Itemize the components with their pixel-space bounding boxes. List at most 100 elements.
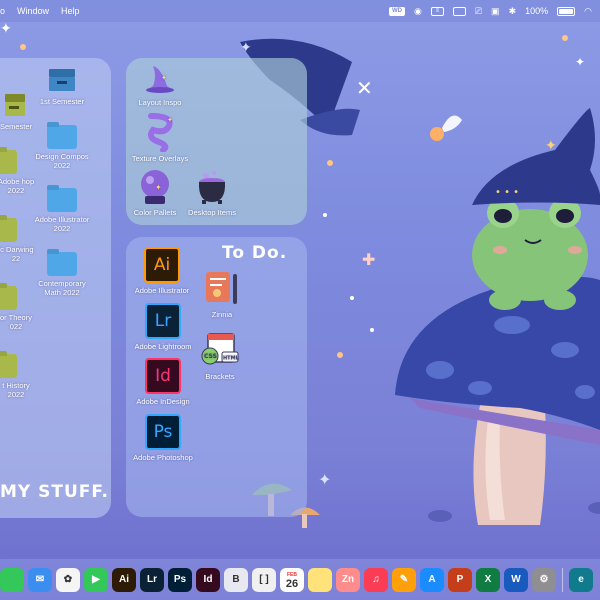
notes-icon[interactable] — [308, 567, 332, 592]
svg-text:✦: ✦ — [0, 21, 12, 37]
desktop-item-label: Layout Inspo — [138, 98, 182, 107]
desktop-item-label: Design Compos 2022 — [35, 152, 89, 170]
menu-window[interactable]: Window — [17, 6, 49, 16]
svg-text:✚: ✚ — [362, 250, 375, 269]
desktop-item-label: Adobe Photoshop — [133, 453, 193, 462]
svg-text:✦: ✦ — [318, 470, 331, 489]
desktop-item-label: Adobe Illustrator 2022 — [34, 215, 90, 233]
crystal-ball-icon: ✦ — [141, 170, 169, 204]
screen-mirror-icon[interactable] — [452, 6, 466, 16]
facetime-icon[interactable]: ▶ — [84, 567, 108, 592]
bluetooth-icon[interactable]: ✱ — [509, 6, 517, 17]
desktop-item-label: Color Pallets — [133, 208, 177, 217]
system-prefs-icon[interactable]: ⚙ — [532, 567, 556, 592]
desktop-item-label: Contemporary Math 2022 — [38, 279, 86, 297]
dock: ✉ ✿ ▶ Ai Lr Ps Id B[ ] FEB 26 Zn ♫ ✎ A P X W ⚙ e — [0, 559, 600, 600]
desktop-item-desktop-items[interactable]: Desktop Items — [182, 168, 242, 217]
music-icon[interactable]: ♫ — [364, 567, 388, 592]
menu-bar: o Window Help WD ◉ ≡ ⎚ ▣ ✱ 100% ◠ — [0, 0, 600, 22]
mail-icon[interactable]: ✉ — [28, 567, 52, 592]
menu-bar-left: o Window Help — [0, 6, 92, 16]
brackets-icon[interactable]: [ ] — [252, 567, 276, 592]
desktop-item-design-compos[interactable]: Design Compos 2022 — [30, 125, 94, 170]
desktop-item-adobe-lightroom-app[interactable]: Lr Adobe Lightroom — [128, 303, 198, 351]
desktop-item-label: Adobe Lightroom — [134, 342, 192, 351]
photoshop-app-icon: Ps — [145, 414, 181, 450]
indesign-app-icon: Id — [145, 358, 181, 394]
powerpoint-icon[interactable]: P — [448, 567, 472, 592]
illustrator-app-icon: Ai — [144, 247, 180, 283]
pages-icon[interactable]: ✎ — [392, 567, 416, 592]
desktop-item-1st-semester[interactable]: 1st Semester — [30, 65, 94, 106]
svg-text:✦: ✦ — [545, 138, 557, 154]
svg-text:✦: ✦ — [161, 74, 167, 82]
battery-icon[interactable] — [557, 6, 576, 16]
desktop-item-art-history[interactable]: t History 2022 — [0, 354, 37, 399]
witch-hat-icon: ✦ — [146, 66, 174, 93]
desktop-item-label: Adobe InDesign — [136, 397, 190, 406]
photoshop-icon[interactable]: Ps — [168, 567, 192, 592]
word-icon[interactable]: W — [504, 567, 528, 592]
archive-box-icon — [5, 94, 25, 116]
brackets-app-icon: CSS HTML — [201, 333, 240, 365]
svg-text:✦: ✦ — [240, 40, 252, 56]
menu-help[interactable]: Help — [61, 6, 80, 16]
folder-icon — [0, 150, 17, 174]
desktop-item-label: or Theory 022 — [0, 313, 32, 331]
desktop-item-label: 1st Semester — [39, 97, 85, 106]
lightroom-app-icon: Lr — [145, 303, 181, 339]
desktop-item-label: t History 2022 — [2, 381, 30, 399]
edge-icon[interactable]: e — [569, 567, 593, 592]
wd-drive-icon[interactable]: WD — [388, 6, 405, 16]
illustrator-icon[interactable]: Ai — [112, 567, 136, 592]
desktop-item-label: Texture Overlays — [131, 154, 189, 163]
swirl-icon: ✦ — [148, 113, 173, 153]
svg-text:✦: ✦ — [167, 116, 173, 124]
desktop-item-label: Brackets — [205, 372, 235, 381]
indesign-icon[interactable]: Id — [196, 567, 220, 592]
svg-text:CSS: CSS — [204, 353, 217, 360]
control-strip-icon[interactable]: ≡ — [430, 6, 444, 16]
desktop-item-adobe-illustrator-app[interactable]: Ai Adobe Illustrator — [128, 247, 196, 295]
cauldron-icon — [198, 171, 226, 204]
desktop-item-brackets[interactable]: CSS HTML Brackets — [198, 330, 242, 381]
my-stuff-title: MY STUFF. — [0, 482, 109, 502]
desktop-item-label: Desktop Items — [188, 208, 236, 217]
wifi-icon[interactable]: ◠ — [584, 6, 592, 17]
desktop-item-adobe-indesign-app[interactable]: Id Adobe InDesign — [128, 358, 198, 406]
zinnia-icon[interactable]: Zn — [336, 567, 360, 592]
desktop-item-color-theory[interactable]: or Theory 022 — [0, 286, 37, 331]
folder-icon — [0, 354, 17, 378]
svg-text:✦: ✦ — [575, 55, 585, 69]
desktop-item-zinnia[interactable]: Zinnia — [200, 268, 244, 319]
desktop-item-texture-overlays[interactable]: ✦ Texture Overlays — [126, 112, 194, 163]
photos-icon[interactable]: ✿ — [56, 567, 80, 592]
todo-title: To Do. — [222, 243, 288, 263]
lightroom-icon[interactable]: Lr — [140, 567, 164, 592]
menu-go[interactable]: o — [0, 6, 5, 16]
folder-icon — [47, 252, 77, 276]
dock-separator — [562, 567, 563, 592]
desktop-item-adobe-photoshop-app[interactable]: Ps Adobe Photoshop — [126, 414, 200, 462]
desktop-item-adobe-illustrator[interactable]: Adobe Illustrator 2022 — [30, 188, 94, 233]
app-store-icon[interactable]: A — [420, 567, 444, 592]
calendar-icon[interactable]: FEB 26 — [280, 567, 304, 592]
record-icon[interactable]: ◉ — [414, 6, 422, 17]
svg-text:• • •: • • • — [495, 187, 519, 198]
folder-icon — [0, 286, 17, 310]
messages-icon[interactable] — [0, 567, 24, 592]
menu-bar-status: WD ◉ ≡ ⎚ ▣ ✱ 100% ◠ — [388, 6, 600, 17]
desktop-item-layout-inspo[interactable]: ✦ Layout Inspo — [130, 62, 190, 107]
bbedit-icon[interactable]: B — [224, 567, 248, 592]
desktop-item-label: Zinnia — [211, 310, 233, 319]
archive-box-icon — [49, 69, 75, 91]
zinnia-planner-icon — [206, 272, 237, 304]
excel-icon[interactable]: X — [476, 567, 500, 592]
folder-icon — [0, 218, 17, 242]
battery-percent: 100% — [525, 6, 549, 16]
folder-icon — [47, 125, 77, 149]
airplay-icon[interactable]: ⎚ — [475, 6, 482, 17]
clipboard-icon[interactable]: ▣ — [491, 6, 500, 17]
desktop-item-color-pallets[interactable]: ✦ Color Pallets — [130, 168, 180, 217]
desktop-item-contemporary-math[interactable]: Contemporary Math 2022 — [30, 252, 94, 297]
